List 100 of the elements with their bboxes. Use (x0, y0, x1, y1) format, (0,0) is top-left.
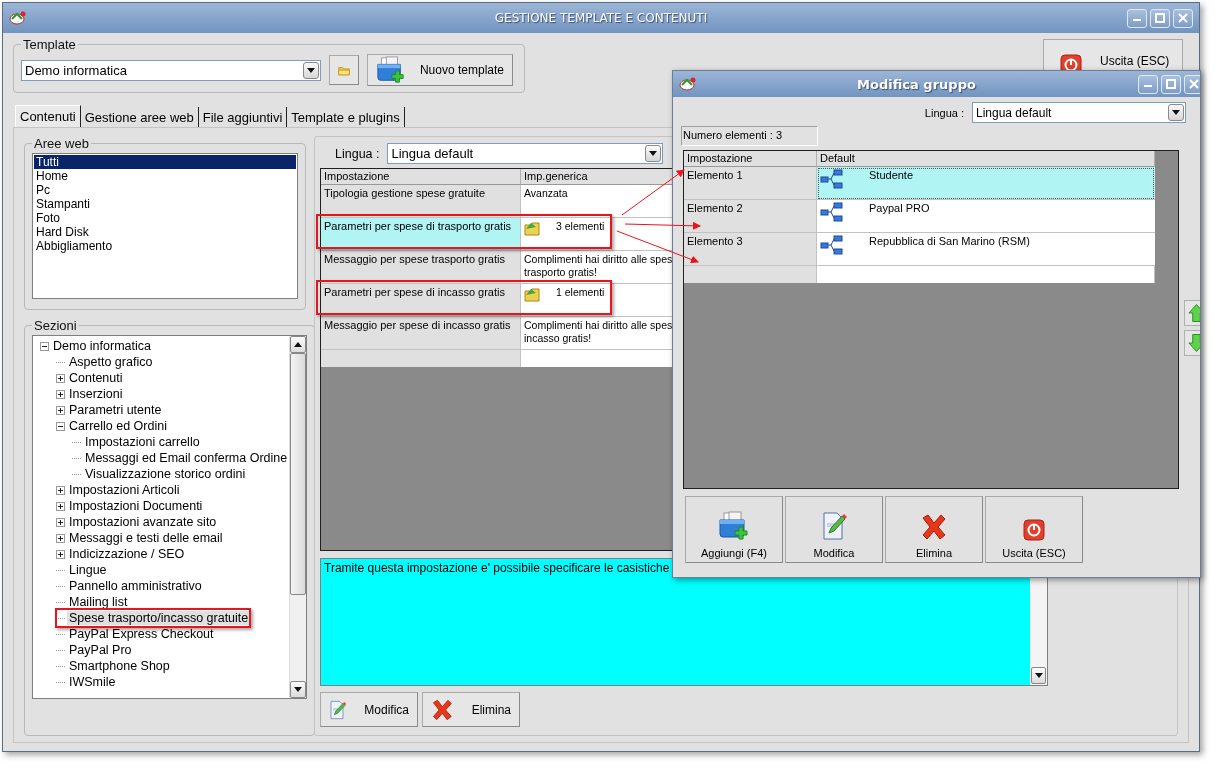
list-item[interactable]: Stampanti (34, 197, 296, 211)
setting-cell: Elemento 1 (684, 167, 817, 200)
close-icon (1189, 79, 1199, 89)
tree-item[interactable]: Aspetto grafico (67, 355, 155, 369)
tree-item[interactable]: Parametri utente (67, 403, 164, 417)
list-item[interactable]: Abbigliamento (34, 239, 296, 253)
maximize-button[interactable] (1150, 8, 1170, 28)
description-text: Tramite questa impostazione e' possibile specificare le casistiche (323, 560, 671, 577)
minimize-button[interactable] (1138, 74, 1158, 94)
tree-item[interactable]: Impostazioni avanzate sito (67, 515, 219, 529)
group-label: Aree web (33, 136, 90, 151)
tree-item[interactable]: PayPal Pro (67, 643, 134, 657)
maximize-button[interactable] (1161, 74, 1181, 94)
edit-button[interactable]: Modifica (785, 496, 883, 563)
tree-item[interactable]: Inserzioni (67, 387, 125, 401)
delete-button[interactable]: Elimina (422, 692, 520, 727)
tree-item[interactable]: Impostazioni Articoli (67, 483, 182, 497)
annotation-arrow (621, 169, 685, 216)
expander-icon[interactable] (56, 549, 65, 559)
language-label: Lingua : (335, 146, 380, 161)
expander-icon[interactable] (56, 373, 65, 383)
scroll-down-icon (1034, 673, 1043, 678)
minimize-button[interactable] (1127, 8, 1147, 28)
group-label: Sezioni (33, 318, 78, 333)
list-item[interactable]: Home (34, 169, 296, 183)
dialog-title: Modifica gruppo (857, 76, 977, 92)
hierarchy-icon (820, 235, 843, 255)
edit-button[interactable]: Modifica (320, 692, 418, 727)
expander-icon[interactable] (56, 533, 65, 543)
power-icon (1023, 519, 1045, 541)
setting-cell: Messaggio per spese trasporto gratis (321, 251, 521, 284)
tree-item[interactable]: Contenuti (67, 371, 125, 385)
value-cell: Studente (817, 167, 1155, 200)
column-header: Default (817, 151, 1155, 167)
language-dropdown[interactable]: Lingua default (972, 102, 1186, 123)
value-cell: Repubblica di San Marino (RSM) (817, 233, 1155, 266)
expander-icon[interactable] (40, 341, 49, 351)
tree-item[interactable]: Impostazioni carrello (83, 435, 202, 449)
group-label: Template (22, 37, 77, 52)
tab[interactable]: Contenuti (15, 105, 81, 127)
hierarchy-icon (820, 202, 843, 222)
tree-item[interactable]: Carrello ed Ordini (67, 419, 169, 433)
group-icon (524, 220, 540, 236)
template-dropdown[interactable]: Demo informatica (21, 59, 321, 81)
value-cell: Paypal PRO (817, 200, 1155, 233)
maximize-icon (1155, 13, 1165, 23)
delete-button[interactable]: Elimina (885, 496, 983, 563)
description-field[interactable]: Tramite questa impostazione e' possibile specificare le casistiche (320, 558, 1048, 686)
edit-document-icon (821, 511, 847, 541)
tree-item[interactable]: Messaggi ed Email conferma Ordine (83, 451, 290, 465)
move-down-button[interactable] (1184, 330, 1200, 356)
language-label: Lingua : (924, 106, 964, 119)
window-title: GESTIONE TEMPLATE E CONTENUTI (494, 11, 708, 25)
open-folder-button[interactable] (329, 55, 359, 85)
setting-cell: Elemento 3 (684, 233, 817, 266)
tree-item[interactable]: Messaggi e testi delle email (67, 531, 225, 545)
close-button[interactable] (1173, 8, 1193, 28)
setting-cell: Parametri per spese di incasso gratis (321, 284, 521, 317)
maximize-icon (1166, 79, 1176, 89)
expander-icon[interactable] (56, 421, 65, 431)
expander-icon[interactable] (56, 501, 65, 511)
setting-cell: Parametri per spese di trasporto gratis (321, 218, 521, 251)
tree-item[interactable]: Indicizzazione / SEO (67, 547, 187, 561)
tree-item[interactable]: Mailing list (67, 595, 130, 609)
scroll-thumb[interactable] (290, 353, 307, 595)
list-item[interactable]: Tutti (34, 155, 296, 169)
tree-item[interactable]: Smartphone Shop (67, 659, 172, 673)
expander-icon[interactable] (56, 517, 65, 527)
add-button[interactable]: Aggiungi (F4) (685, 496, 783, 563)
expander-icon[interactable] (56, 405, 65, 415)
tree-item[interactable]: Pannello amministrativo (67, 579, 204, 593)
box-plus-icon (376, 55, 406, 85)
tree-item[interactable]: Visualizzazione storico ordini (83, 467, 248, 481)
exit-button[interactable]: Uscita (ESC) (985, 496, 1083, 563)
tree-item[interactable]: Demo informatica (51, 339, 153, 353)
list-item[interactable]: Hard Disk (34, 225, 296, 239)
language-dropdown[interactable]: Lingua default (387, 143, 664, 164)
setting-cell: Tipologia gestione spese gratuite (321, 185, 521, 218)
expander-icon[interactable] (56, 485, 65, 495)
tree-item[interactable]: Spese trasporto/incasso gratuite (67, 611, 251, 625)
tree-item[interactable]: Impostazioni Documenti (67, 499, 205, 513)
column-header: Impostazione (321, 169, 521, 185)
new-template-button[interactable]: Nuovo template (367, 54, 513, 86)
element-count: Numero elementi : 3 (681, 126, 818, 146)
move-up-button[interactable] (1184, 300, 1200, 326)
list-item[interactable]: Foto (34, 211, 296, 225)
tree-item[interactable]: PayPal Express Checkout (67, 627, 216, 641)
dropdown-arrow-icon (307, 67, 315, 73)
delete-icon (920, 513, 948, 541)
expander-icon[interactable] (56, 389, 65, 399)
setting-cell: Elemento 2 (684, 200, 817, 233)
dropdown-arrow-icon (1172, 110, 1180, 115)
tree-item[interactable]: IWSmile (67, 675, 118, 689)
scroll-down-icon (294, 687, 303, 692)
list-item[interactable]: Pc (34, 183, 296, 197)
scrollbar[interactable] (289, 336, 307, 698)
hierarchy-icon (820, 169, 843, 189)
tree-item[interactable]: Lingue (67, 563, 109, 577)
close-button[interactable] (1184, 74, 1200, 94)
dropdown-arrow-icon (649, 151, 658, 156)
